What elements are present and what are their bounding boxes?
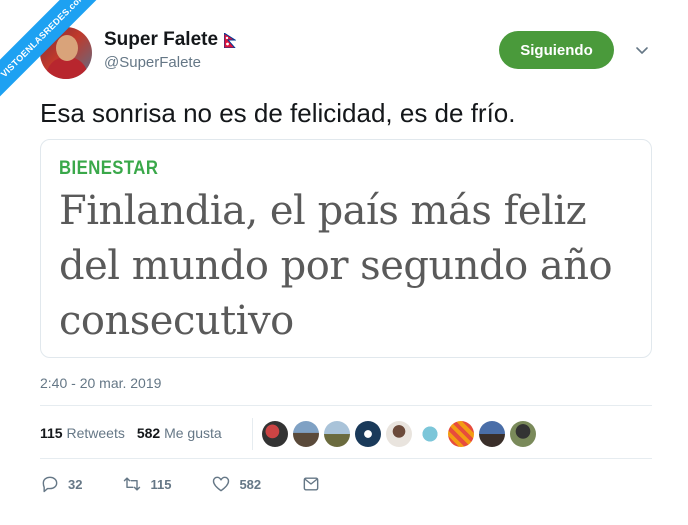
retweets-label: Retweets bbox=[66, 425, 125, 441]
retweets-count: 115 bbox=[40, 425, 63, 441]
link-card[interactable]: BIENESTAR Finlandia, el país más feliz d… bbox=[40, 139, 652, 358]
user-name-row: Super Falete bbox=[104, 29, 237, 51]
user-name[interactable]: Super Falete bbox=[104, 29, 218, 51]
likes-label: Me gusta bbox=[164, 425, 222, 441]
retweets-stat[interactable]: 115 Retweets bbox=[40, 425, 125, 441]
liker-avatar[interactable] bbox=[417, 421, 443, 447]
tweet-text: Esa sonrisa no es de felicidad, es de fr… bbox=[40, 98, 516, 128]
tweet-stats: 115 Retweets 582 Me gusta bbox=[40, 425, 222, 441]
liker-avatar[interactable] bbox=[448, 421, 474, 447]
tweet-timestamp[interactable]: 2:40 - 20 mar. 2019 bbox=[40, 375, 161, 391]
retweet-count: 115 bbox=[150, 476, 172, 492]
heart-icon bbox=[213, 476, 230, 492]
liker-avatar[interactable] bbox=[293, 421, 319, 447]
retweet-button[interactable]: 115 bbox=[122, 474, 171, 494]
reply-count: 32 bbox=[68, 476, 83, 492]
liker-avatar[interactable] bbox=[262, 421, 288, 447]
reply-icon bbox=[42, 476, 58, 493]
tweet-screenshot: VISTOENLASREDES.com Super Falete @SuperF… bbox=[0, 0, 688, 525]
card-section-label: BIENESTAR bbox=[59, 158, 159, 179]
user-handle[interactable]: @SuperFalete bbox=[104, 54, 201, 71]
like-count: 582 bbox=[239, 476, 262, 492]
direct-message-button[interactable] bbox=[301, 474, 321, 494]
liker-avatar[interactable] bbox=[479, 421, 505, 447]
stats-separator bbox=[252, 418, 253, 450]
divider bbox=[40, 458, 652, 459]
liker-avatar[interactable] bbox=[355, 421, 381, 447]
mail-icon bbox=[303, 477, 319, 491]
card-headline: Finlandia, el país más feliz del mundo p… bbox=[59, 188, 613, 344]
nepal-flag-icon bbox=[224, 32, 237, 48]
following-button[interactable]: Siguiendo bbox=[499, 31, 614, 69]
liker-avatar[interactable] bbox=[324, 421, 350, 447]
liker-avatar[interactable] bbox=[510, 421, 536, 447]
likes-count: 582 bbox=[136, 425, 161, 441]
like-button[interactable]: 582 bbox=[211, 474, 261, 494]
liker-avatars bbox=[262, 421, 536, 447]
liker-avatar[interactable] bbox=[386, 421, 412, 447]
divider bbox=[40, 405, 652, 406]
chevron-down-icon[interactable] bbox=[634, 42, 650, 58]
reply-button[interactable]: 32 bbox=[40, 474, 82, 494]
retweet-icon bbox=[124, 477, 141, 491]
tweet-actions: 32 115 582 bbox=[40, 474, 361, 494]
likes-stat[interactable]: 582 Me gusta bbox=[137, 425, 222, 441]
